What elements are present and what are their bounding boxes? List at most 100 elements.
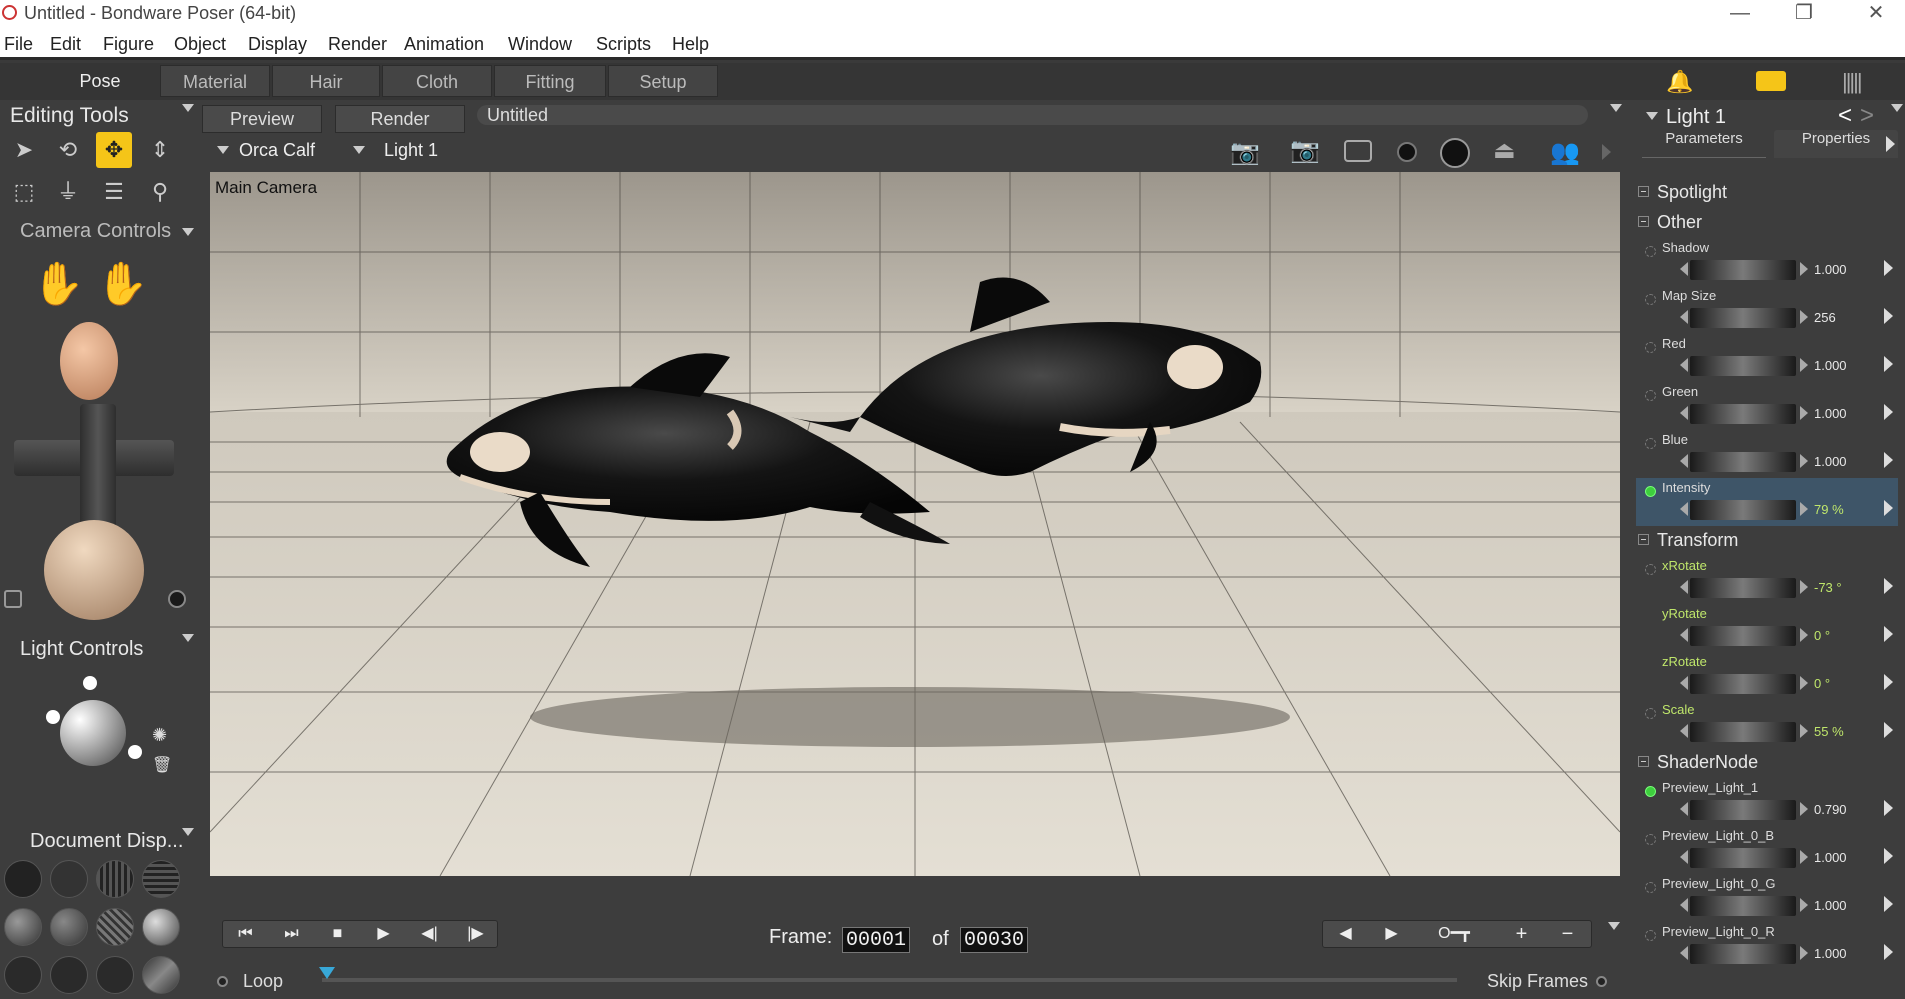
panel-menu-icon[interactable] <box>182 104 194 112</box>
bell-icon[interactable]: 🔔 <box>1666 69 1693 95</box>
translate-in-out-icon[interactable]: ⇕ <box>142 132 178 168</box>
increment-icon[interactable] <box>1800 454 1808 468</box>
increment-icon[interactable] <box>1800 502 1808 516</box>
increment-icon[interactable] <box>1800 676 1808 690</box>
section-spotlight[interactable]: Spotlight <box>1638 182 1727 203</box>
decrement-icon[interactable] <box>1680 676 1688 690</box>
parameter-value[interactable]: 1.000 <box>1814 358 1847 373</box>
decrement-icon[interactable] <box>1680 946 1688 960</box>
menu-edit[interactable]: Edit <box>50 34 81 55</box>
tab-pose[interactable]: Pose <box>40 65 160 97</box>
next-key-button[interactable]: ▶ <box>1369 921 1414 947</box>
increment-icon[interactable] <box>1800 262 1808 276</box>
tab-properties[interactable]: Properties <box>1774 130 1898 158</box>
parameter-menu-icon[interactable] <box>1884 800 1893 816</box>
trackball-icon[interactable] <box>44 520 144 620</box>
tab-setup[interactable]: Setup <box>608 65 718 97</box>
multi-view-icon[interactable]: 👥 <box>1550 138 1580 167</box>
rotate-tool-icon[interactable]: ⟲ <box>50 132 86 168</box>
section-other[interactable]: Other <box>1638 212 1702 233</box>
parameter-menu-icon[interactable] <box>1884 896 1893 912</box>
parameter-menu-icon[interactable] <box>1884 944 1893 960</box>
camera-icon[interactable]: 📷 <box>1230 138 1260 167</box>
go-to-start-button[interactable]: ⏮ <box>223 921 268 947</box>
next-frame-button[interactable]: |▶ <box>453 921 498 947</box>
dependency-icon[interactable] <box>1645 834 1656 845</box>
tab-material[interactable]: Material <box>160 65 270 97</box>
parameter-menu-icon[interactable] <box>1884 674 1893 690</box>
decrement-icon[interactable] <box>1680 802 1688 816</box>
display-outline-icon[interactable] <box>50 860 88 898</box>
previous-key-button[interactable]: ◀ <box>1323 921 1368 947</box>
tab-hair[interactable]: Hair <box>272 65 380 97</box>
menu-file[interactable]: File <box>4 34 33 55</box>
decrement-icon[interactable] <box>1680 502 1688 516</box>
figure-select[interactable]: Orca Calf <box>239 140 315 161</box>
close-button[interactable]: ✕ <box>1848 0 1904 28</box>
frame-camera-icon[interactable] <box>1344 140 1372 162</box>
camera-reset-icon[interactable] <box>168 590 186 608</box>
parameter-menu-icon[interactable] <box>1884 848 1893 864</box>
menu-scripts[interactable]: Scripts <box>596 34 651 55</box>
decrement-icon[interactable] <box>1680 454 1688 468</box>
dependency-icon[interactable] <box>1645 708 1656 719</box>
section-transform[interactable]: Transform <box>1638 530 1738 551</box>
decrement-icon[interactable] <box>1680 406 1688 420</box>
display-wireframe-icon[interactable] <box>96 860 134 898</box>
camera-name-label[interactable]: Main Camera <box>215 178 317 198</box>
increment-icon[interactable] <box>1800 358 1808 372</box>
decrement-icon[interactable] <box>1680 358 1688 372</box>
total-frames-field[interactable]: 00030 <box>960 927 1029 953</box>
display-silhouette-icon[interactable] <box>4 860 42 898</box>
tab-scroll-icon[interactable] <box>1886 136 1895 152</box>
current-frame-field[interactable]: 00001 <box>842 927 911 953</box>
actor-select-arrow-icon[interactable] <box>353 146 365 154</box>
dependency-icon[interactable] <box>1645 930 1656 941</box>
dependency-icon[interactable] <box>1645 486 1656 497</box>
parameter-value[interactable]: -73 ° <box>1814 580 1842 595</box>
grouping-tool-icon[interactable]: ⚲ <box>142 174 178 210</box>
delete-light-icon[interactable]: 🗑 <box>152 755 172 775</box>
dependency-icon[interactable] <box>1645 786 1656 797</box>
menu-figure[interactable]: Figure <box>103 34 154 55</box>
parameter-value[interactable]: 1.000 <box>1814 454 1847 469</box>
camera-head-icon[interactable] <box>60 322 118 400</box>
timeline-menu-icon[interactable] <box>1608 922 1620 930</box>
ground-shadow-icon[interactable] <box>1440 138 1470 168</box>
increment-icon[interactable] <box>1800 898 1808 912</box>
tab-parameters[interactable]: Parameters <box>1642 130 1766 158</box>
dependency-icon[interactable] <box>1645 294 1656 305</box>
display-preview-icon[interactable] <box>96 956 134 994</box>
parameter-menu-icon[interactable] <box>1884 308 1893 324</box>
parameter-value[interactable]: 0 ° <box>1814 628 1830 643</box>
increment-icon[interactable] <box>1800 580 1808 594</box>
increment-icon[interactable] <box>1800 850 1808 864</box>
parameter-dial[interactable] <box>1690 500 1796 520</box>
decrement-icon[interactable] <box>1680 262 1688 276</box>
document-menu-icon[interactable] <box>1610 104 1622 112</box>
library-icon[interactable]: ||||| <box>1842 69 1863 95</box>
auto-camera-icon[interactable]: 📷 <box>1290 136 1320 165</box>
increment-icon[interactable] <box>1800 628 1808 642</box>
parameter-dial[interactable] <box>1690 626 1796 646</box>
light-dot-icon[interactable] <box>128 745 142 759</box>
parameter-menu-icon[interactable] <box>1884 626 1893 642</box>
increment-icon[interactable] <box>1800 406 1808 420</box>
parameter-dial[interactable] <box>1690 404 1796 424</box>
dependency-icon[interactable] <box>1645 438 1656 449</box>
parameter-value[interactable]: 0 ° <box>1814 676 1830 691</box>
parameter-menu-icon[interactable] <box>1884 722 1893 738</box>
collapse-icon[interactable] <box>1638 186 1649 197</box>
panel-menu-icon[interactable] <box>182 828 194 836</box>
light-sphere-icon[interactable] <box>60 700 126 766</box>
add-keyframe-button[interactable]: + <box>1499 921 1544 947</box>
figure-view-icon[interactable]: ⏏ <box>1493 136 1516 165</box>
loop-toggle[interactable] <box>217 976 228 987</box>
parameter-dial[interactable] <box>1690 896 1796 916</box>
panel-menu-icon[interactable] <box>182 228 194 236</box>
previous-frame-button[interactable]: ◀| <box>407 921 452 947</box>
parameter-dial[interactable] <box>1690 800 1796 820</box>
parameter-dial[interactable] <box>1690 260 1796 280</box>
parameter-menu-icon[interactable] <box>1884 452 1893 468</box>
next-actor-icon[interactable]: > <box>1860 102 1874 130</box>
